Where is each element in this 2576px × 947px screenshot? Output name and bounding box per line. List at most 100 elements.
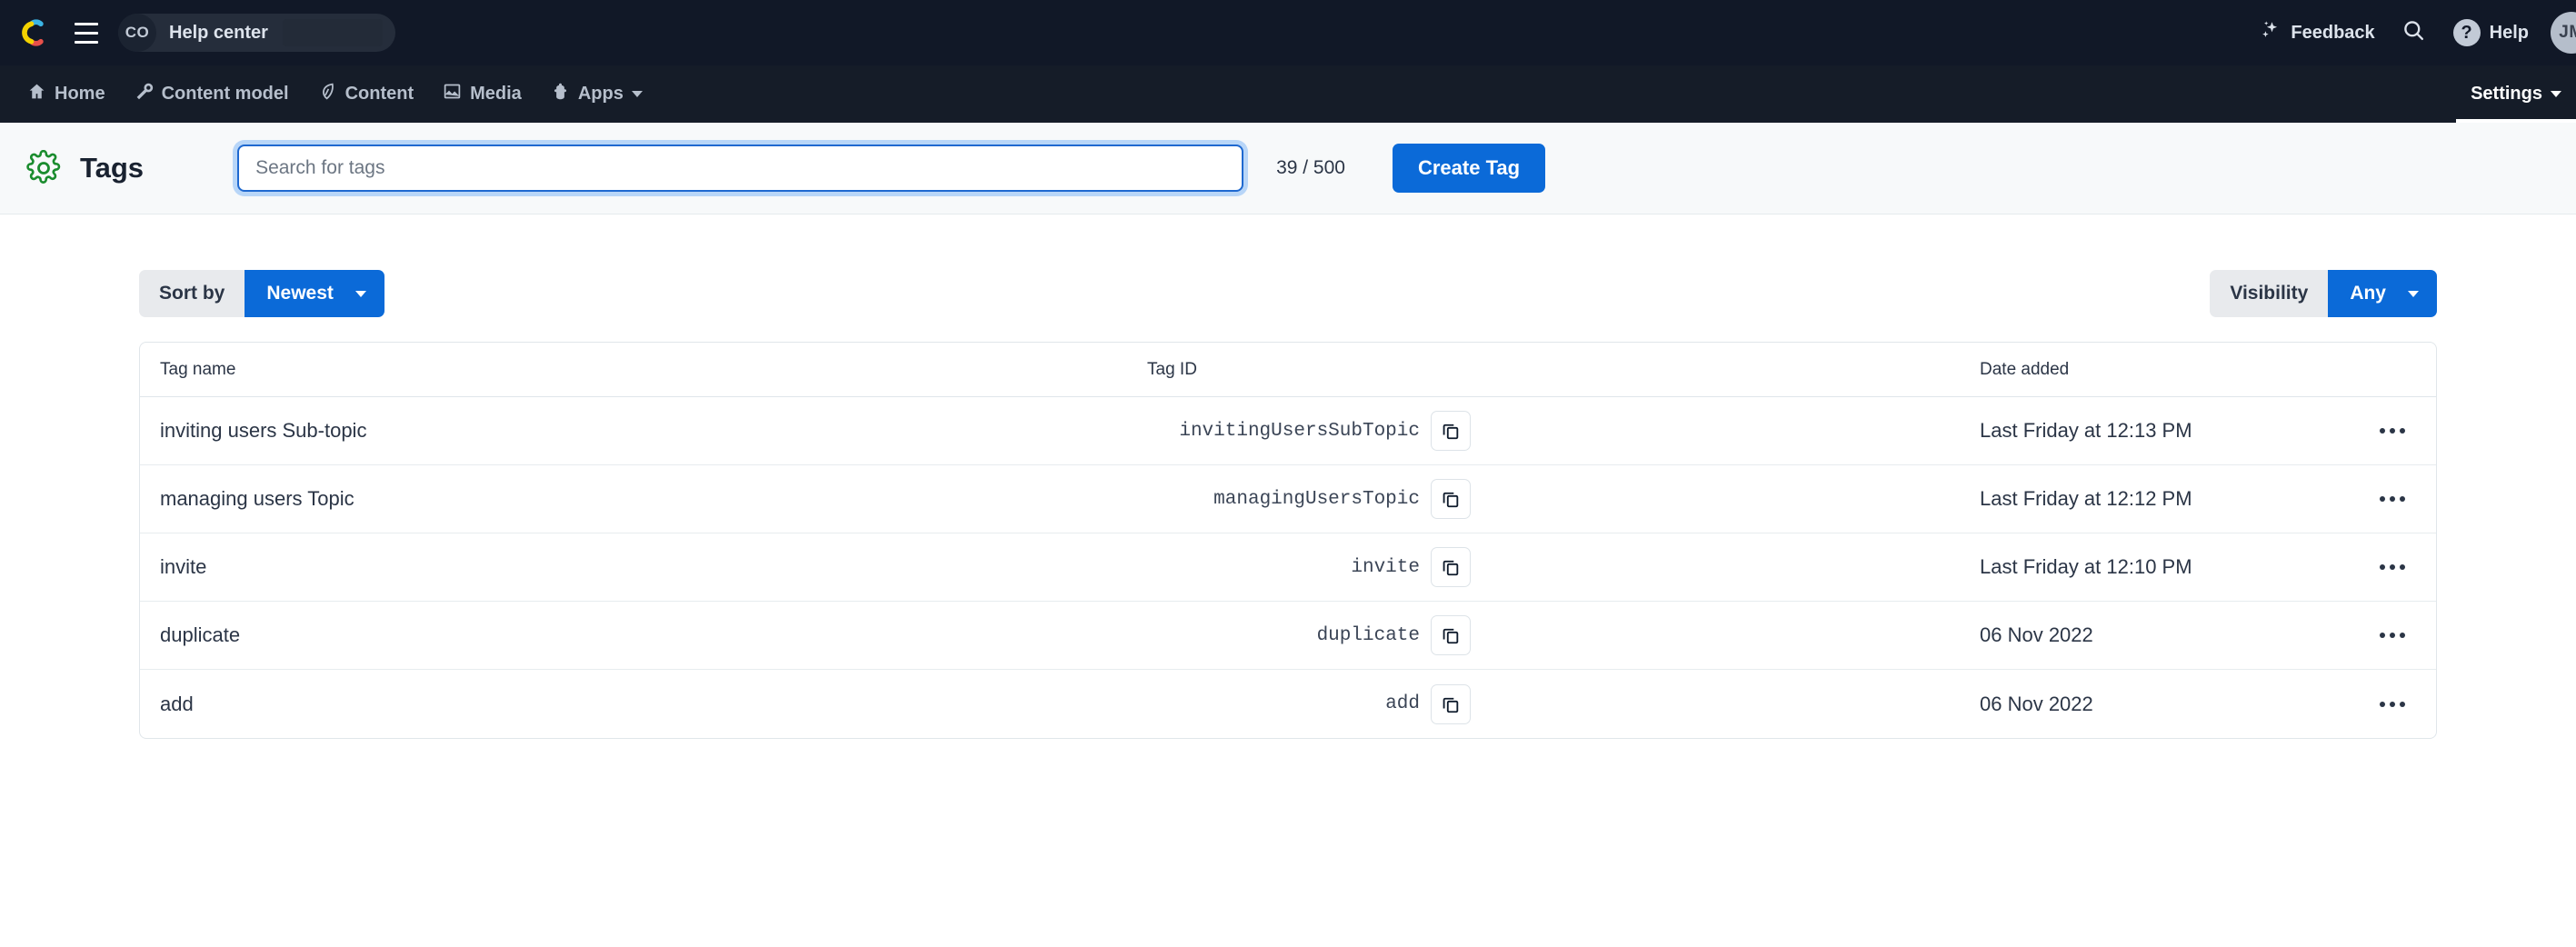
nav-item-media[interactable]: Media <box>428 65 536 123</box>
feedback-label: Feedback <box>2291 22 2375 43</box>
cell-actions <box>2349 684 2436 724</box>
space-name-label: Help center <box>169 22 268 43</box>
cell-date-added: 06 Nov 2022 <box>1980 693 2349 716</box>
dot <box>2390 496 2395 502</box>
copy-icon[interactable] <box>1431 479 1471 519</box>
chevron-down-icon <box>354 290 366 297</box>
nav-item-settings[interactable]: Settings <box>2456 65 2576 123</box>
ellipsis-icon[interactable] <box>2370 615 2415 655</box>
hamburger-bar <box>75 22 98 25</box>
search-input[interactable] <box>237 145 1244 192</box>
dot <box>2400 633 2405 638</box>
visibility-dropdown[interactable]: Any <box>2328 270 2437 317</box>
hamburger-bar <box>75 40 98 44</box>
feedback-button[interactable]: Feedback <box>2245 0 2389 65</box>
nav-item-content[interactable]: Content <box>304 65 429 123</box>
date-added-text: Last Friday at 12:13 PM <box>1980 419 2192 442</box>
image-icon <box>443 82 462 106</box>
table-row[interactable]: invite invite Last Friday at 12:10 PM <box>140 533 2436 602</box>
cell-date-added: Last Friday at 12:12 PM <box>1980 487 2349 511</box>
copy-icon[interactable] <box>1431 547 1471 587</box>
cell-date-added: 06 Nov 2022 <box>1980 623 2349 647</box>
dot <box>2400 701 2405 707</box>
nav-item-label: Media <box>470 84 522 104</box>
tag-name-text: inviting users Sub-topic <box>160 419 367 442</box>
cell-tag-id: add <box>1147 683 1980 724</box>
copy-icon[interactable] <box>1431 615 1471 655</box>
top-bar: CO Help center Feedback ? Help J <box>0 0 2576 65</box>
sort-by-label: Sort by <box>139 270 245 317</box>
chevron-down-icon <box>631 91 643 97</box>
tag-name-text: managing users Topic <box>160 487 354 510</box>
tag-id-text: invitingUsersSubTopic <box>1179 420 1420 442</box>
tag-name-text: add <box>160 692 194 715</box>
visibility-control: Visibility Any <box>2210 270 2437 317</box>
hamburger-bar <box>75 31 98 35</box>
environment-skeleton <box>282 19 383 46</box>
dot <box>2380 428 2385 434</box>
nav-item-content-model[interactable]: Content model <box>120 65 304 123</box>
cell-tag-name: add <box>140 693 1147 716</box>
ellipsis-icon[interactable] <box>2370 479 2415 519</box>
tag-count-label: 39 / 500 <box>1276 157 1345 178</box>
dot <box>2400 428 2405 434</box>
sort-by-value: Newest <box>266 283 334 304</box>
dot <box>2390 564 2395 570</box>
date-added-text: Last Friday at 12:10 PM <box>1980 555 2192 578</box>
question-mark-icon: ? <box>2452 19 2481 46</box>
nav-item-label: Content <box>344 84 414 104</box>
table-row[interactable]: duplicate duplicate 06 Nov 2022 <box>140 602 2436 670</box>
date-added-text: 06 Nov 2022 <box>1980 623 2093 646</box>
nav-item-label: Home <box>55 84 105 104</box>
help-button[interactable]: ? Help <box>2439 0 2543 65</box>
cell-date-added: Last Friday at 12:10 PM <box>1980 555 2349 579</box>
dot <box>2400 564 2405 570</box>
cell-actions <box>2349 615 2436 655</box>
column-header-tag-name: Tag name <box>160 359 236 379</box>
search-field-wrapper <box>237 145 1244 192</box>
cell-tag-id: invite <box>1147 547 1980 587</box>
space-avatar: CO <box>118 14 156 52</box>
create-tag-button[interactable]: Create Tag <box>1392 144 1546 193</box>
nav-item-label: Content model <box>161 84 289 104</box>
sort-by-control: Sort by Newest <box>139 270 384 317</box>
table-row[interactable]: add add 06 Nov 2022 <box>140 670 2436 738</box>
nav-item-apps[interactable]: Apps <box>536 65 657 123</box>
dot <box>2380 633 2385 638</box>
ellipsis-icon[interactable] <box>2370 547 2415 587</box>
breadcrumb[interactable]: CO Help center <box>118 14 395 52</box>
cell-tag-name: inviting users Sub-topic <box>140 419 1147 443</box>
hamburger-menu-icon[interactable] <box>67 14 105 52</box>
nav-item-home[interactable]: Home <box>13 65 120 123</box>
cell-tag-id: duplicate <box>1147 615 1980 655</box>
dot <box>2380 701 2385 707</box>
dot <box>2380 496 2385 502</box>
table-row[interactable]: managing users Topic managingUsersTopic … <box>140 465 2436 533</box>
tag-name-text: invite <box>160 555 207 578</box>
tag-id-text: duplicate <box>1316 624 1420 646</box>
tag-id-text: add <box>1385 693 1420 714</box>
ellipsis-icon[interactable] <box>2370 684 2415 724</box>
main-content: Sort by Newest Visibility Any Tag name T… <box>0 214 2576 739</box>
sparkle-icon <box>2260 19 2281 46</box>
ellipsis-icon[interactable] <box>2370 411 2415 451</box>
avatar[interactable]: JM <box>2551 12 2576 54</box>
cell-tag-id: managingUsersTopic <box>1147 479 1980 519</box>
cell-tag-name: duplicate <box>140 623 1147 647</box>
table-body: inviting users Sub-topic invitingUsersSu… <box>140 397 2436 738</box>
copy-icon[interactable] <box>1431 683 1471 724</box>
contentful-logo-icon[interactable] <box>20 15 55 50</box>
search-icon <box>2401 18 2426 47</box>
copy-icon[interactable] <box>1431 411 1471 451</box>
apps-icon <box>551 82 570 106</box>
home-icon <box>27 82 46 106</box>
table-header-row: Tag name Tag ID Date added <box>140 343 2436 397</box>
sort-by-dropdown[interactable]: Newest <box>245 270 384 317</box>
column-header-tag-id: Tag ID <box>1147 359 1197 379</box>
chevron-down-icon <box>2551 91 2561 97</box>
search-button[interactable] <box>2390 0 2439 65</box>
tags-table: Tag name Tag ID Date added inviting user… <box>139 342 2437 739</box>
table-row[interactable]: inviting users Sub-topic invitingUsersSu… <box>140 397 2436 465</box>
nav-item-label: Apps <box>577 84 624 104</box>
dot <box>2390 633 2395 638</box>
